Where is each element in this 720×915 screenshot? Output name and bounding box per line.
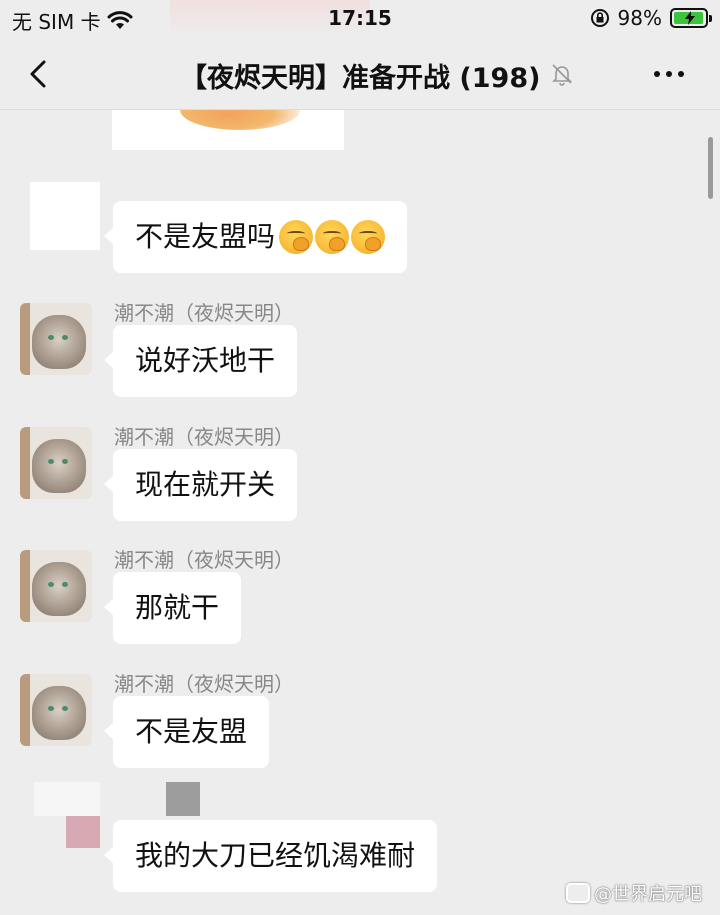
cat-eye: [48, 582, 54, 587]
thinking-face-emoji-icon: [351, 220, 386, 254]
thinking-face-emoji-icon: [315, 220, 350, 254]
avatar[interactable]: [20, 427, 92, 499]
redacted-avatar: [34, 782, 100, 816]
scrollbar[interactable]: [708, 137, 713, 199]
message-bubble[interactable]: 那就干: [103, 572, 242, 644]
dot-icon: [666, 71, 672, 77]
cat-eye: [48, 706, 54, 711]
avatar[interactable]: [20, 550, 92, 622]
orientation-lock-icon: [590, 9, 609, 27]
message-bubble[interactable]: 我的大刀已经饥渴难耐: [103, 820, 438, 892]
chevron-left-icon: [30, 60, 46, 88]
battery-fill: [674, 11, 704, 25]
cat-image: [32, 315, 86, 369]
message-bubble[interactable]: 不是友盟: [103, 696, 270, 768]
sender-name: 潮不潮（夜烬天明）: [114, 301, 294, 325]
message-bubble[interactable]: 不是友盟吗: [103, 201, 408, 273]
sender-name: 潮不潮（夜烬天明）: [114, 425, 294, 449]
cat-eye: [62, 335, 68, 340]
chat-title: 【夜烬天明】准备开战 (198): [180, 63, 541, 94]
cat-image: [32, 686, 86, 740]
message-text: 说好沃地干: [135, 344, 276, 377]
cat-image: [32, 439, 86, 493]
cat-eye: [48, 335, 54, 340]
battery-icon: [670, 8, 712, 28]
dot-icon: [654, 71, 660, 77]
cat-eye: [48, 459, 54, 464]
chat-header: 【夜烬天明】准备开战 (198): [0, 36, 720, 110]
watermark: @世界启元吧: [566, 880, 702, 906]
sender-name: 潮不潮（夜烬天明）: [114, 672, 294, 696]
status-bar: 无 SIM 卡 17:15 98%: [0, 0, 720, 36]
sticker-image[interactable]: [112, 110, 344, 150]
status-right: 98%: [590, 6, 712, 30]
thinking-face-emoji-icon: [279, 220, 314, 254]
message-bubble[interactable]: 现在就开关: [103, 449, 298, 521]
cat-image: [32, 562, 86, 616]
message-text: 不是友盟: [135, 715, 248, 748]
message-text: 我的大刀已经饥渴难耐: [135, 839, 416, 872]
avatar[interactable]: [20, 303, 92, 375]
more-options-button[interactable]: [654, 64, 690, 84]
tieba-logo-icon: [566, 883, 590, 903]
redacted-avatar-part: [66, 816, 100, 848]
sender-name: 潮不潮（夜烬天明）: [114, 548, 294, 572]
message-bubble[interactable]: 说好沃地干: [103, 325, 298, 397]
cat-eye: [62, 459, 68, 464]
back-button[interactable]: [22, 56, 58, 92]
mute-bell-icon: [552, 64, 572, 86]
message-text: 那就干: [135, 591, 220, 624]
battery-percent: 98%: [617, 6, 662, 30]
sticker-content: [180, 110, 300, 130]
message-text: 不是友盟吗: [135, 220, 276, 253]
redacted-sender-name: [166, 782, 200, 816]
redacted-avatar: [30, 182, 100, 250]
message-text: 现在就开关: [135, 468, 276, 501]
cat-eye: [62, 582, 68, 587]
cat-eye: [62, 706, 68, 711]
watermark-text: @世界启元吧: [594, 884, 702, 905]
dot-icon: [678, 71, 684, 77]
avatar[interactable]: [20, 674, 92, 746]
